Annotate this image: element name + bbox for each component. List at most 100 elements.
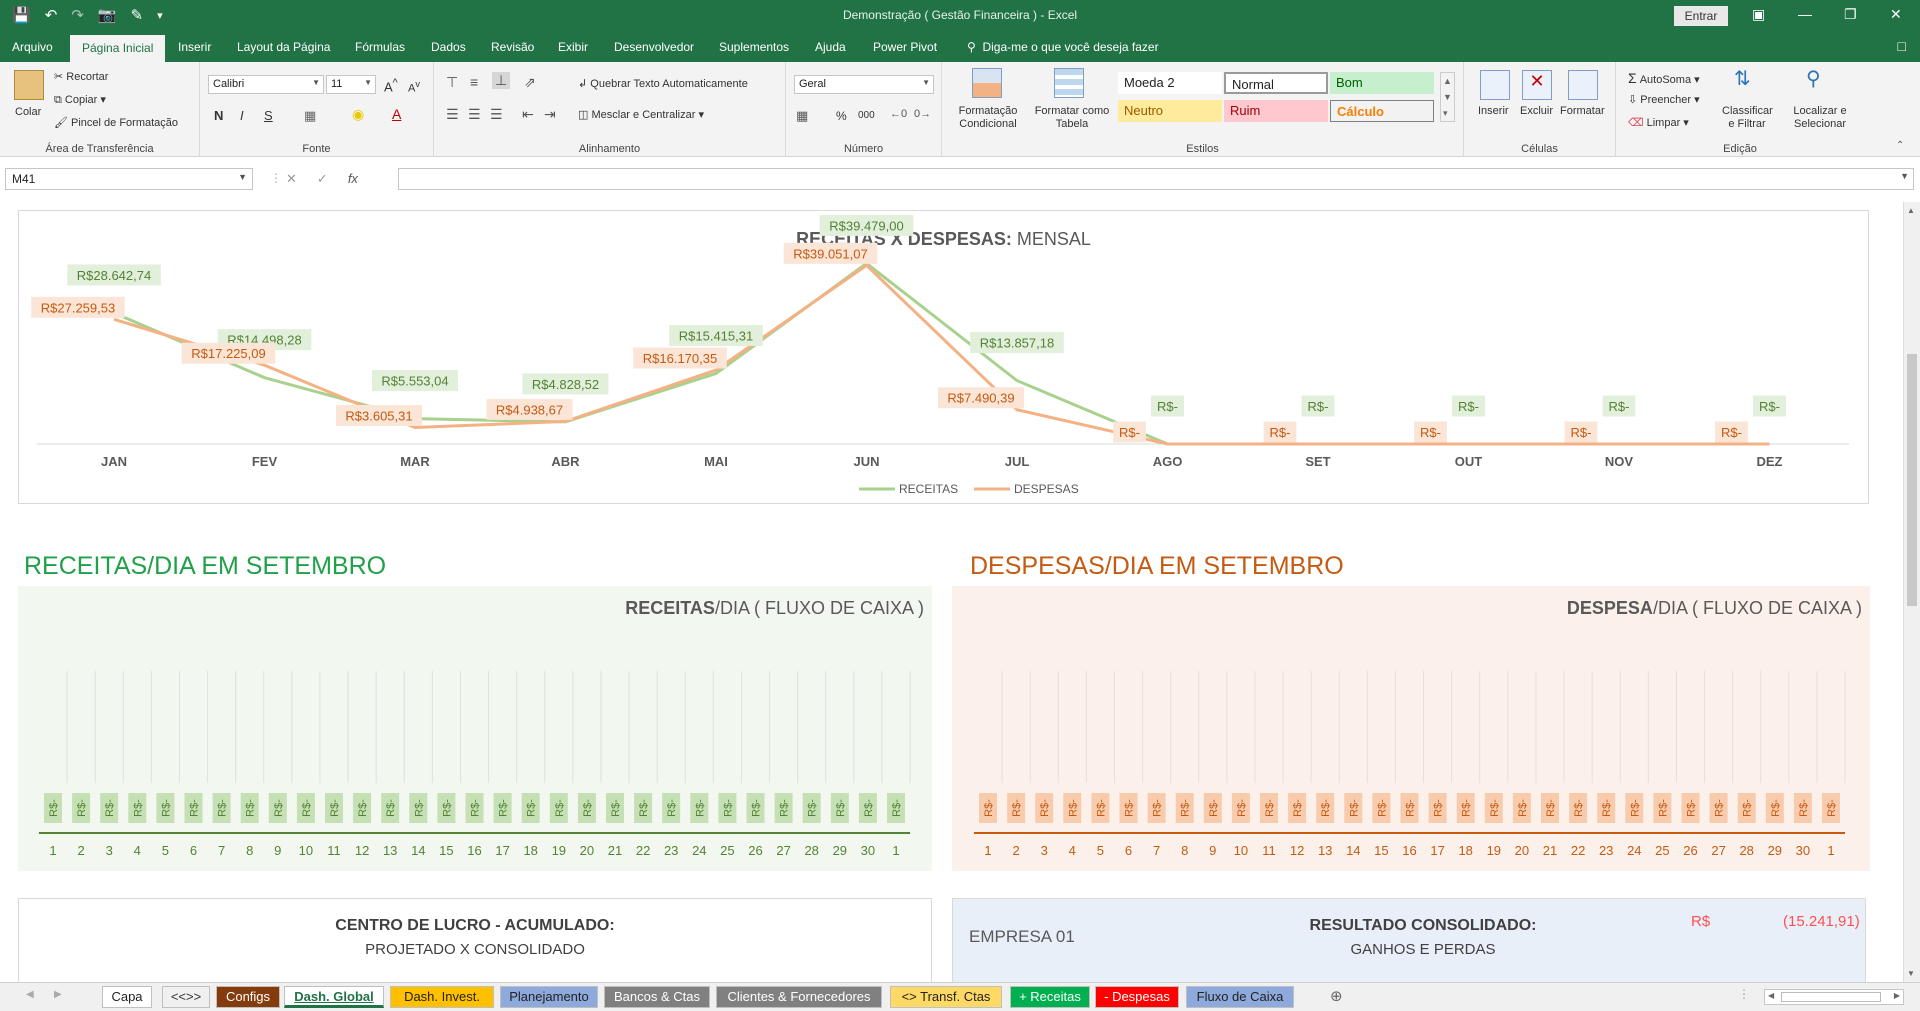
collapse-ribbon-icon[interactable]: ⌃ — [1896, 140, 1904, 151]
tab-desenvolvedor[interactable]: Desenvolvedor — [614, 40, 694, 54]
ribbon-display-icon[interactable]: ▣ — [1752, 6, 1765, 23]
tab-power-pivot[interactable]: Power Pivot — [873, 40, 937, 54]
align-center-icon[interactable]: ☰ — [468, 106, 481, 123]
name-box-dropdown-icon[interactable]: ▼ — [238, 172, 247, 182]
tab-exibir[interactable]: Exibir — [558, 40, 588, 54]
hscroll-thumb[interactable] — [1781, 992, 1881, 1002]
tab-layout[interactable]: Layout da Página — [237, 40, 330, 54]
sheet-tab[interactable]: Planejamento — [500, 986, 598, 1008]
tab-suplementos[interactable]: Suplementos — [719, 40, 789, 54]
format-table-button[interactable]: Formatar como Tabela — [1030, 105, 1114, 131]
wrap-text-button[interactable]: ↲ Quebrar Texto Automaticamente — [578, 77, 748, 90]
comments-icon[interactable]: □ — [1898, 38, 1906, 54]
name-box[interactable]: M41 ▼ — [5, 168, 253, 190]
insert-cells-icon[interactable] — [1480, 70, 1510, 100]
font-name-select[interactable]: Calibri ▼ — [208, 75, 324, 94]
increase-indent-icon[interactable]: ⇥ — [544, 106, 556, 123]
monthly-chart[interactable]: RECEITAS X DESPESAS: MENSAL JAN FEV MAR ABR… — [18, 210, 1869, 504]
receitas-day-chart[interactable]: RECEITAS/DIA ( FLUXO DE CAIXA ) R$- 1 R$- 2… — [18, 586, 932, 871]
format-table-icon[interactable] — [1054, 68, 1084, 98]
thousands-button[interactable]: 000 — [858, 110, 875, 121]
currency-icon[interactable]: ▦ — [796, 108, 808, 124]
profit-center-box[interactable]: CENTRO DE LUCRO - ACUMULADO: PROJETADO X… — [18, 898, 932, 982]
tab-scroll-right-icon[interactable]: ▶ — [54, 989, 62, 1000]
merge-center-button[interactable]: ◫ Mesclar e Centralizar ▾ — [578, 108, 704, 121]
hscroll-right-icon[interactable]: ▶ — [1894, 991, 1900, 1000]
fill-button[interactable]: ⇩ Preencher ▾ — [1628, 93, 1700, 106]
restore-icon[interactable]: ❐ — [1844, 6, 1857, 23]
align-right-icon[interactable]: ☰ — [490, 106, 503, 123]
copy-button[interactable]: ⧉ Copiar ▾ — [54, 93, 106, 107]
close-icon[interactable]: ✕ — [1890, 6, 1902, 23]
cut-button[interactable]: ✂ Recortar — [54, 70, 108, 83]
tab-dados[interactable]: Dados — [431, 40, 466, 54]
minimize-icon[interactable]: — — [1798, 6, 1812, 22]
align-middle-icon[interactable]: ≡ — [470, 74, 478, 90]
clear-button[interactable]: ⌫ Limpar ▾ — [1628, 116, 1689, 129]
formula-input[interactable]: ▼ — [398, 168, 1914, 190]
tab-formulas[interactable]: Fórmulas — [355, 40, 405, 54]
tab-arquivo[interactable]: Arquivo — [12, 40, 53, 54]
number-format-select[interactable]: Geral ▼ — [794, 75, 934, 94]
sheet-tab[interactable]: Configs — [216, 986, 280, 1008]
format-cells-icon[interactable] — [1568, 70, 1598, 100]
add-sheet-icon[interactable]: ⊕ — [1330, 987, 1343, 1005]
find-select-icon[interactable]: ⚲ — [1806, 66, 1821, 91]
signin-button[interactable]: Entrar — [1674, 6, 1728, 26]
style-normal[interactable]: Normal — [1224, 72, 1328, 94]
sheet-tab[interactable]: Dash. Global — [284, 986, 384, 1008]
tell-me-search[interactable]: ⚲ Diga-me o que você deseja fazer — [967, 40, 1159, 54]
sheet-tab[interactable]: Clientes & Fornecedores — [716, 986, 882, 1008]
tab-pagina-inicial[interactable]: Página Inicial — [70, 35, 166, 62]
styles-scroll-icon[interactable]: ▲ ▼ ▾ — [1440, 72, 1455, 122]
confirm-entry-icon[interactable]: ✓ — [317, 171, 328, 187]
bold-button[interactable]: N — [214, 108, 223, 123]
style-bom[interactable]: Bom — [1330, 72, 1434, 94]
sheet-tab[interactable]: - Despesas — [1095, 986, 1179, 1008]
style-ruim[interactable]: Ruim — [1224, 100, 1328, 122]
format-painter-button[interactable]: 🖌 Pincel de Formatação — [54, 116, 178, 129]
scroll-down-icon[interactable]: ▼ — [1907, 969, 1915, 978]
sheet-tab[interactable]: Dash. Invest. — [390, 986, 494, 1008]
align-top-icon[interactable]: ⊤ — [446, 74, 458, 91]
font-size-select[interactable]: 11 ▼ — [326, 75, 376, 94]
align-left-icon[interactable]: ☰ — [446, 106, 459, 123]
cancel-entry-icon[interactable]: ✕ — [286, 171, 297, 187]
sort-filter-button[interactable]: Classificar e Filtrar — [1722, 105, 1773, 131]
sheet-tab[interactable]: <> Transf. Ctas — [890, 986, 1002, 1008]
conditional-format-icon[interactable] — [972, 68, 1002, 98]
sheet-tab[interactable]: + Receitas — [1010, 986, 1090, 1008]
style-moeda2[interactable]: Moeda 2 — [1118, 72, 1222, 94]
orientation-icon[interactable]: ⇗ — [524, 74, 536, 91]
sheet-tab[interactable]: <<>> — [162, 986, 210, 1008]
tab-ajuda[interactable]: Ajuda — [815, 40, 846, 54]
consolidated-result-box[interactable]: EMPRESA 01 RESULTADO CONSOLIDADO: GANHOS… — [952, 898, 1866, 982]
expand-formula-icon[interactable]: ▼ — [1900, 171, 1909, 181]
insert-cells-button[interactable]: Inserir — [1478, 105, 1509, 117]
tab-inserir[interactable]: Inserir — [178, 40, 211, 54]
paste-button[interactable]: Colar — [15, 106, 41, 118]
tab-scroll-left-icon[interactable]: ◀ — [26, 989, 34, 1000]
fill-color-icon[interactable]: ◉ — [352, 106, 364, 123]
grow-font-icon[interactable]: A^ — [384, 77, 398, 94]
shrink-font-icon[interactable]: Av — [408, 79, 420, 95]
delete-cells-icon[interactable]: ✕ — [1522, 70, 1552, 100]
sheet-tab[interactable]: Capa — [102, 986, 152, 1008]
sheet-tab[interactable]: Fluxo de Caixa — [1186, 986, 1294, 1008]
decrease-decimal-icon[interactable]: 0→ — [914, 108, 931, 120]
conditional-format-button[interactable]: Formatação Condicional — [950, 105, 1026, 131]
percent-button[interactable]: % — [836, 109, 847, 123]
scroll-thumb[interactable] — [1907, 354, 1917, 606]
scroll-up-icon[interactable]: ▲ — [1907, 206, 1915, 215]
decrease-indent-icon[interactable]: ⇤ — [522, 106, 534, 123]
autosum-button[interactable]: Σ AutoSoma ▾ — [1628, 70, 1700, 86]
style-calculo[interactable]: Cálculo — [1330, 100, 1434, 122]
sort-filter-icon[interactable]: ⇅ — [1734, 66, 1751, 91]
font-color-icon[interactable]: A — [392, 106, 401, 122]
insert-function-icon[interactable]: fx — [348, 171, 358, 187]
find-select-button[interactable]: Localizar e Selecionar — [1786, 105, 1854, 131]
underline-button[interactable]: S — [264, 108, 273, 123]
tab-revisao[interactable]: Revisão — [491, 40, 534, 54]
align-bottom-icon[interactable]: ⊥ — [492, 72, 511, 89]
borders-icon[interactable]: ▦ — [304, 108, 316, 124]
